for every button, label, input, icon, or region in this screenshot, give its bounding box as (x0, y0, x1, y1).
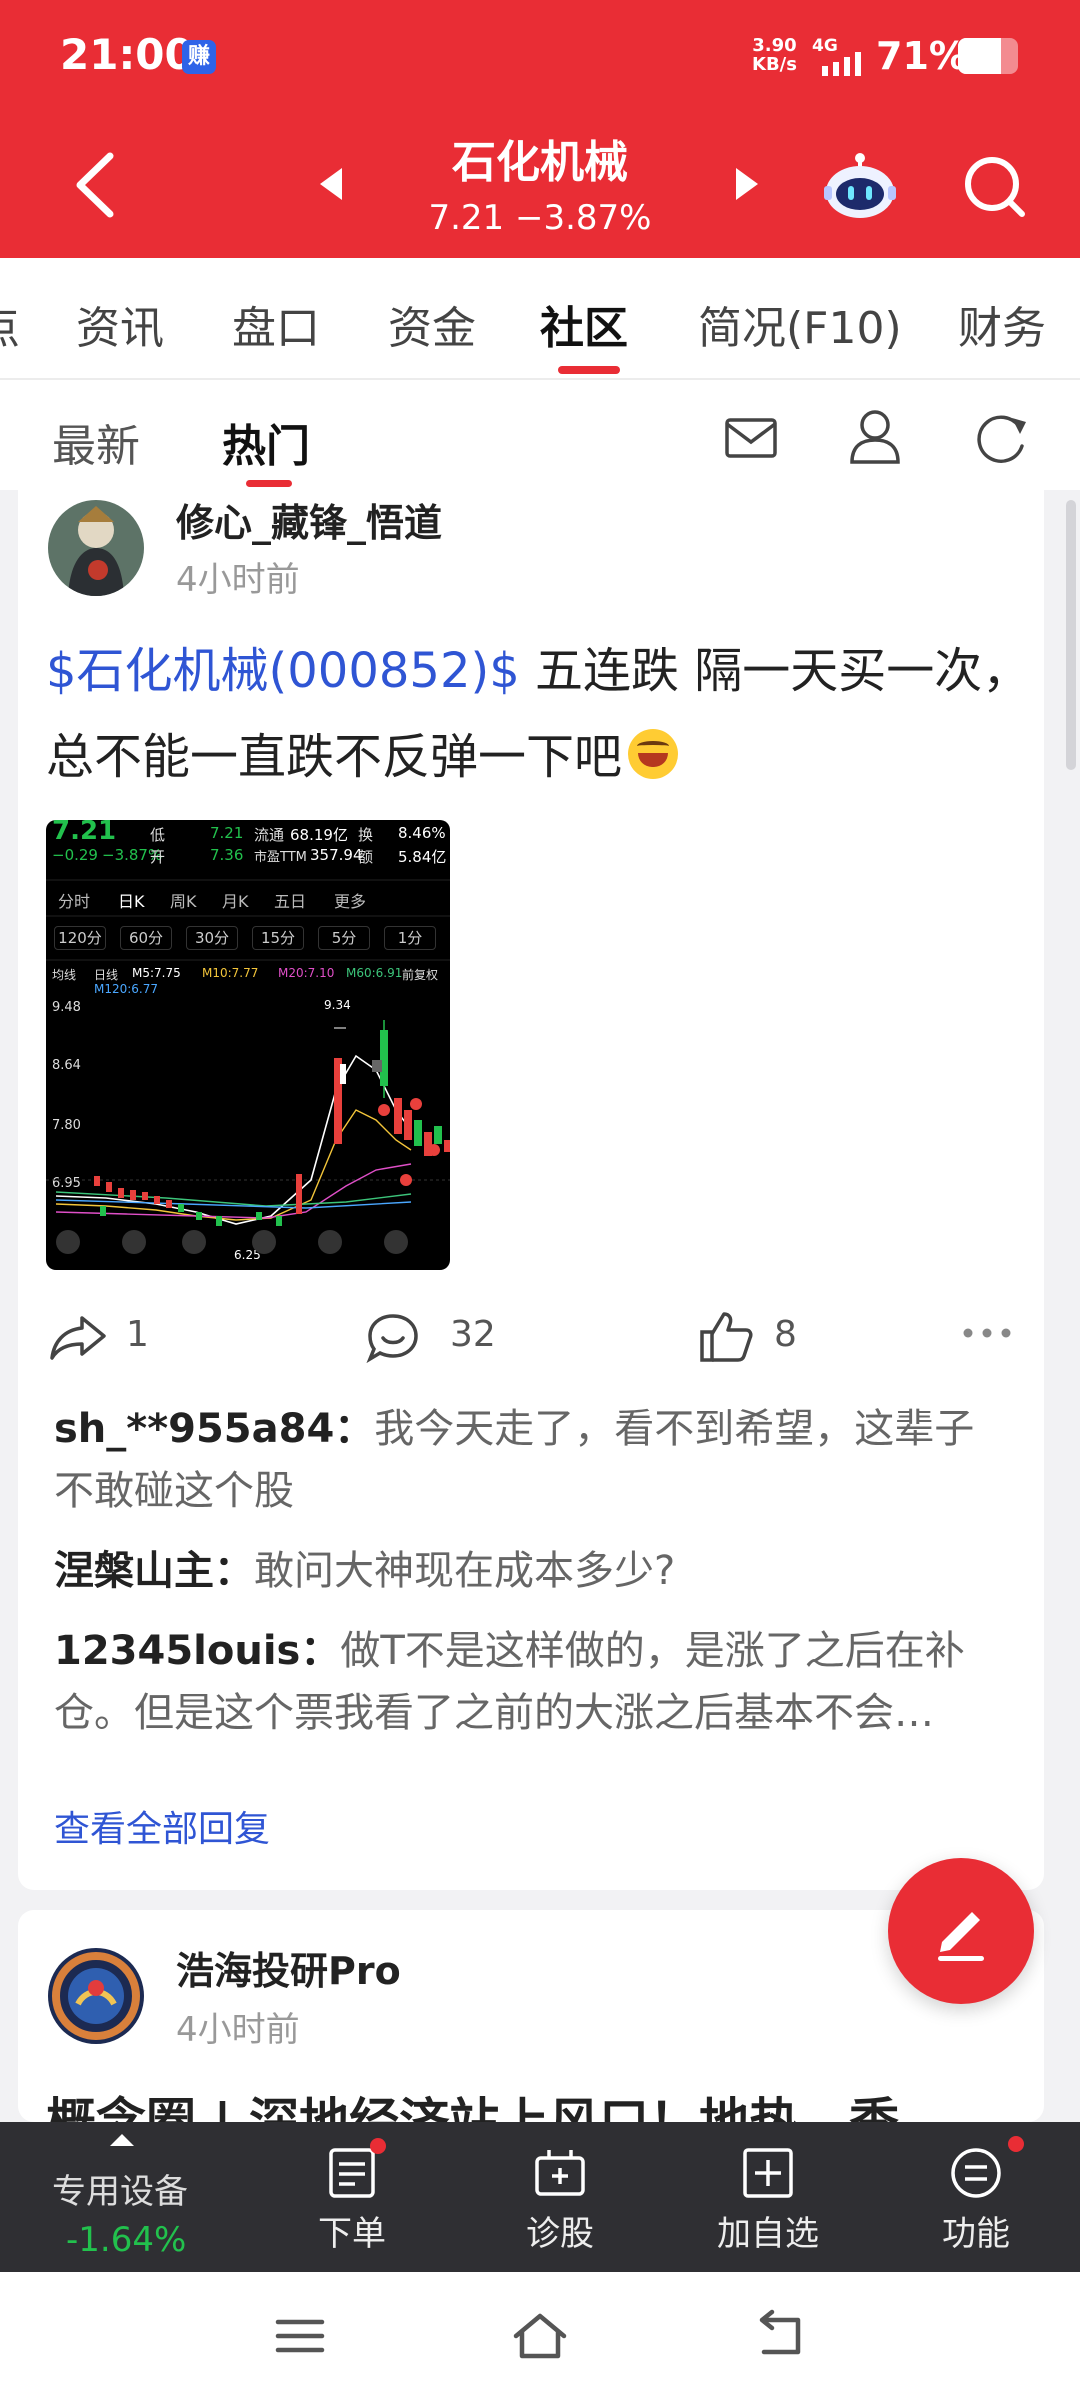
place-order-label: 下单 (318, 2214, 386, 2254)
functions-button[interactable]: 功能 (896, 2122, 1056, 2272)
home-icon[interactable] (510, 2306, 570, 2366)
notification-dot (370, 2138, 386, 2154)
joy-emoji-icon (628, 729, 679, 779)
battery-percent: 71% (876, 34, 967, 78)
signal-icon (822, 52, 861, 76)
back-arrow-icon[interactable] (66, 150, 126, 220)
avatar-image (48, 1948, 144, 2044)
write-post-button[interactable] (888, 1858, 1034, 2004)
stock-tag-link[interactable]: $石化机械(000852)$ (46, 643, 520, 699)
post-time: 4小时前 (176, 2010, 300, 2050)
diagnose-stock-label: 诊股 (526, 2214, 594, 2254)
comment-count: 32 (450, 1314, 496, 1355)
user-profile-icon[interactable] (848, 408, 902, 464)
robot-assistant-icon[interactable] (820, 150, 900, 222)
diagnose-stock-button[interactable]: 诊股 (480, 2122, 640, 2272)
battery-level (958, 38, 1001, 74)
app-notification-icon: 赚 (182, 40, 216, 74)
view-all-replies-link[interactable]: 查看全部回复 (54, 1800, 270, 1852)
pencil-icon (938, 1912, 984, 1961)
caret-up-icon (110, 2134, 134, 2146)
add-watchlist-button[interactable]: 加自选 (688, 2122, 848, 2272)
share-count: 1 (126, 1314, 149, 1355)
like-thumb-icon[interactable] (698, 1310, 754, 1364)
comment-item[interactable]: 涅槃山主：敢问大神现在成本多少? (54, 1540, 1014, 1602)
post-author[interactable]: 浩海投研Pro (176, 1940, 401, 1995)
subtab-latest[interactable]: 最新 (52, 410, 140, 474)
like-count: 8 (774, 1314, 797, 1355)
subtab-hot[interactable]: 热门 (222, 410, 310, 474)
bottom-toolbar: 专用设备 -1.64% 下单 诊股 加自选 功能 (0, 2122, 1080, 2272)
thumb-kline-chart (46, 879, 450, 1254)
avatar-image (48, 500, 144, 596)
network-speed: 3.90 KB/s (752, 36, 797, 74)
share-icon[interactable] (48, 1312, 108, 1362)
tab-partial[interactable]: 点 (0, 292, 20, 356)
tab-community[interactable]: 社区 (540, 292, 628, 356)
comment-user[interactable]: sh_**955a84： (54, 1406, 374, 1452)
industry-device-item[interactable]: 专用设备 -1.64% (0, 2122, 250, 2272)
app-header: 21:00 赚 3.90 KB/s 4G 71% 石化机械 7.21 −3.87… (0, 0, 1080, 258)
post-author[interactable]: 修心_藏锋_悟道 (176, 492, 442, 547)
comment-user[interactable]: 涅槃山主： (54, 1548, 254, 1594)
network-speed-unit: KB/s (752, 54, 797, 75)
active-subtab-indicator (246, 480, 292, 487)
battery-icon (958, 38, 1018, 74)
post-time: 4小时前 (176, 560, 300, 600)
stock-name: 石化机械 (452, 137, 628, 188)
tab-profile-f10[interactable]: 简况(F10) (698, 292, 902, 356)
stock-quote: 7.21 −3.87% (428, 198, 652, 238)
diagnose-icon (535, 2150, 585, 2196)
comment-item[interactable]: sh_**955a84：我今天走了，看不到希望，这辈子不敢碰这个股 (54, 1398, 1014, 1522)
functions-label: 功能 (942, 2214, 1010, 2254)
back-nav-icon[interactable] (750, 2306, 810, 2366)
tab-news[interactable]: 资讯 (76, 292, 164, 356)
next-stock-icon[interactable] (732, 164, 762, 204)
search-icon[interactable] (960, 152, 1030, 222)
comment-icon[interactable] (366, 1312, 420, 1364)
mail-icon[interactable] (724, 414, 778, 462)
menu-circle-icon (951, 2148, 1001, 2198)
system-nav-bar (0, 2272, 1080, 2400)
post-actions: 1 32 8 (18, 1300, 1044, 1370)
comment-text: 敢问大神现在成本多少? (254, 1548, 676, 1594)
post-title[interactable]: 概念圈 | 深地经济站上风口！地热、季 (46, 2082, 899, 2122)
community-sub-bar: 最新 热门 (0, 380, 1080, 490)
post-image-thumbnail[interactable]: 7.21 −0.29 −3.87% 低 7.21 开 7.36 流通 68.19… (46, 820, 450, 1270)
more-options-icon[interactable] (962, 1326, 1012, 1340)
place-order-button[interactable]: 下单 (272, 2122, 432, 2272)
comment-user[interactable]: 12345louis： (54, 1628, 340, 1674)
tab-quotes[interactable]: 盘口 (232, 292, 320, 356)
recent-apps-icon[interactable] (270, 2306, 330, 2366)
add-watchlist-label: 加自选 (717, 2214, 819, 2254)
post-body[interactable]: $石化机械(000852)$ 五连跌 隔一天买一次，总不能一直跌不反弹一下吧 (46, 628, 1036, 800)
avatar[interactable] (48, 1948, 144, 2044)
active-tab-indicator (558, 366, 620, 374)
stock-tab-bar: 点 资讯 盘口 资金 社区 简况(F10) 财务 (0, 258, 1080, 380)
network-speed-value: 3.90 (752, 35, 797, 56)
industry-change: -1.64% (66, 2220, 187, 2260)
post-card[interactable]: 修心_藏锋_悟道 4小时前 $石化机械(000852)$ 五连跌 隔一天买一次，… (18, 490, 1044, 1890)
status-bar: 21:00 赚 3.90 KB/s 4G 71% (0, 0, 1080, 110)
comment-item[interactable]: 12345louis：做T不是这样做的，是涨了之后在补仓。但是这个票我看了之前的… (54, 1620, 1014, 1744)
tab-finance[interactable]: 财务 (958, 292, 1046, 356)
order-icon (329, 2148, 375, 2198)
add-box-icon (743, 2148, 793, 2198)
avatar[interactable] (48, 500, 144, 596)
tab-funds[interactable]: 资金 (388, 292, 476, 356)
refresh-icon[interactable] (974, 410, 1030, 466)
scrollbar[interactable] (1066, 500, 1076, 770)
industry-label: 专用设备 (52, 2172, 188, 2212)
status-time: 21:00 (60, 30, 194, 79)
notification-dot (1008, 2136, 1024, 2152)
comment-preview-list: sh_**955a84：我今天走了，看不到希望，这辈子不敢碰这个股 涅槃山主：敢… (54, 1398, 1014, 1744)
